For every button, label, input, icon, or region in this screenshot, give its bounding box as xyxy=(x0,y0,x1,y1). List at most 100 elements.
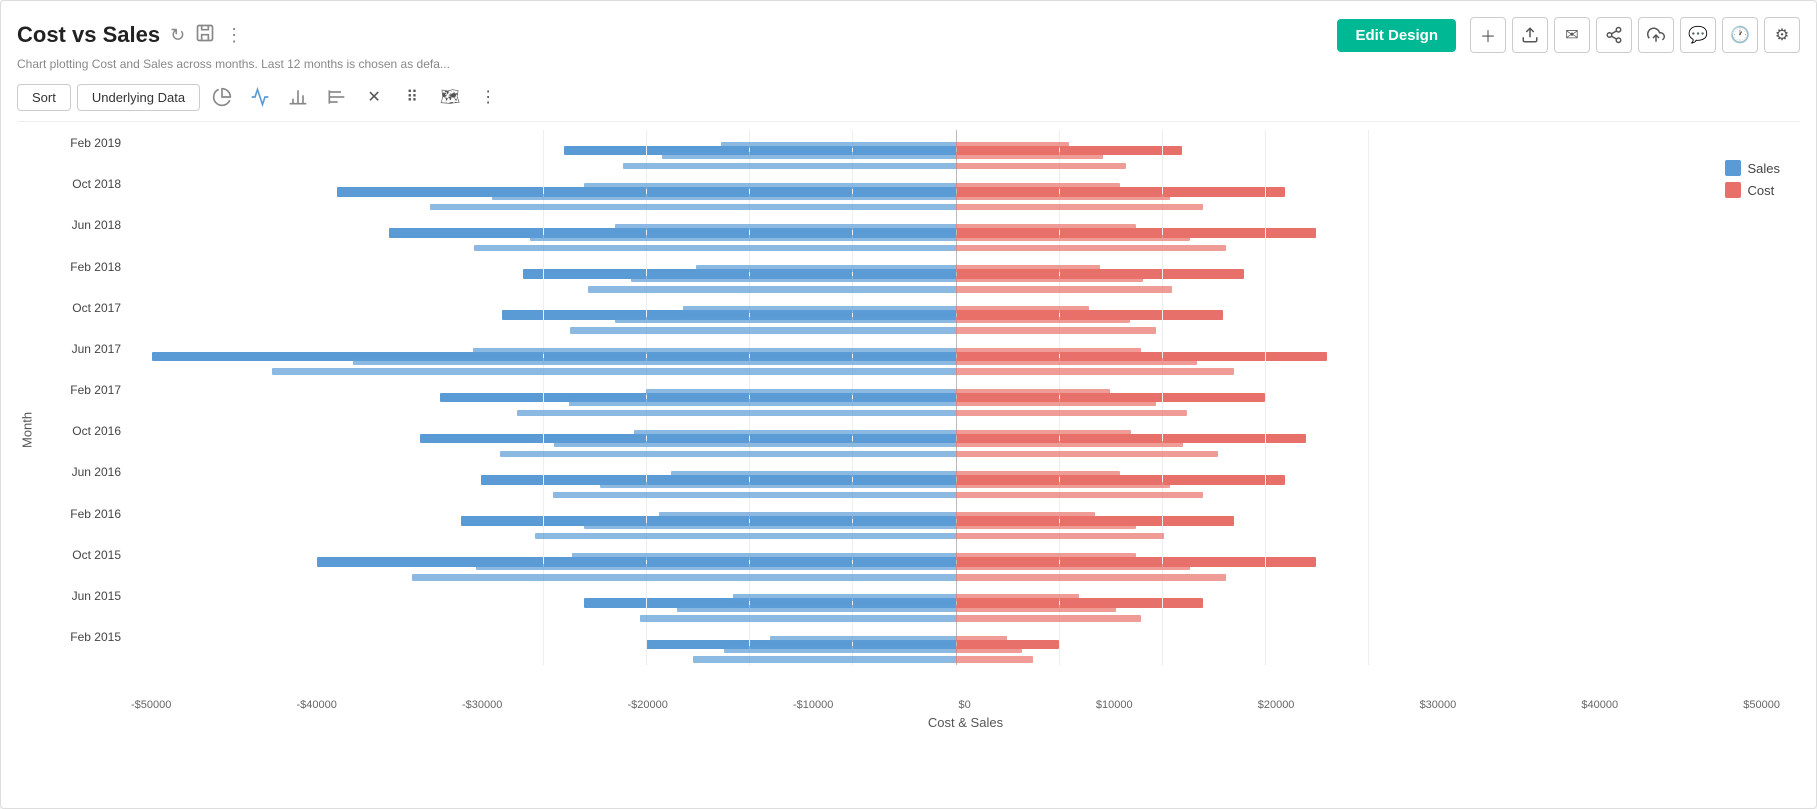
sales-sub-bar xyxy=(696,265,956,271)
cost-sub-bar xyxy=(956,163,1126,169)
sales-sub-bar xyxy=(353,358,956,364)
sales-sub-bar xyxy=(572,553,955,559)
cost-sub-bar xyxy=(956,605,1117,611)
header: Cost vs Sales ↻ ⋮ Edit Design ＋ ✉ 💬 🕐 ⚙ xyxy=(17,17,1800,53)
x-tick: $40000 xyxy=(1581,699,1618,711)
cost-sub-bar xyxy=(956,194,1170,200)
cost-sub-bar xyxy=(956,327,1157,333)
map-icon[interactable]: 🗺 xyxy=(434,81,466,113)
sales-sub-bar xyxy=(474,245,956,251)
sales-sub-bar xyxy=(634,430,956,436)
sales-sub-bar xyxy=(662,152,956,158)
cost-sub-bar xyxy=(956,368,1234,374)
cost-sub-bar xyxy=(956,512,1095,518)
header-actions: Edit Design ＋ ✉ 💬 🕐 ⚙ xyxy=(1337,17,1800,53)
sales-sub-bar xyxy=(615,224,955,230)
cost-sub-bar xyxy=(956,389,1111,395)
sort-button[interactable]: Sort xyxy=(17,84,71,111)
add-button[interactable]: ＋ xyxy=(1470,17,1506,53)
grid-line xyxy=(646,130,647,665)
x-tick: $0 xyxy=(959,699,971,711)
sales-sub-bar xyxy=(553,492,956,498)
sales-sub-bar xyxy=(554,441,956,447)
page-title: Cost vs Sales xyxy=(17,22,160,48)
share-button[interactable] xyxy=(1596,17,1632,53)
cost-sub-bar xyxy=(956,430,1131,436)
x-tick: $30000 xyxy=(1420,699,1457,711)
row-label: Feb 2018 xyxy=(41,260,121,274)
horizontal-bar-icon[interactable] xyxy=(320,81,352,113)
sales-sub-bar xyxy=(584,523,955,529)
x-tick: -$20000 xyxy=(628,699,668,711)
sales-sub-bar xyxy=(770,636,956,642)
cost-sub-bar xyxy=(956,615,1142,621)
sales-sub-bar xyxy=(476,564,955,570)
cost-sub-bar xyxy=(956,224,1136,230)
x-tick: $20000 xyxy=(1258,699,1295,711)
cost-sub-bar xyxy=(956,451,1219,457)
cloud-button[interactable] xyxy=(1638,17,1674,53)
upload-button[interactable] xyxy=(1512,17,1548,53)
row-label: Jun 2017 xyxy=(41,342,121,356)
sales-sub-bar xyxy=(473,348,955,354)
cost-sub-bar xyxy=(956,399,1157,405)
edit-design-button[interactable]: Edit Design xyxy=(1337,19,1456,52)
row-label: Feb 2015 xyxy=(41,630,121,644)
chart-rows: Sales Cost Feb 2019Oct 2018Jun 2018Feb 2… xyxy=(41,130,1800,695)
grid-line xyxy=(1265,130,1266,665)
grid-line xyxy=(543,130,544,665)
sales-sub-bar xyxy=(640,615,955,621)
sales-sub-bar xyxy=(733,594,956,600)
sales-sub-bar xyxy=(677,605,955,611)
cost-sub-bar xyxy=(956,235,1190,241)
x-tick: $50000 xyxy=(1743,699,1780,711)
sales-sub-bar xyxy=(615,317,955,323)
refresh-icon[interactable]: ↻ xyxy=(170,25,185,46)
underlying-data-button[interactable]: Underlying Data xyxy=(77,84,200,111)
cost-sub-bar xyxy=(956,656,1033,662)
row-label: Oct 2018 xyxy=(41,177,121,191)
sales-sub-bar xyxy=(600,482,956,488)
sales-sub-bar xyxy=(584,183,955,189)
clock-button[interactable]: 🕐 xyxy=(1722,17,1758,53)
title-area: Cost vs Sales ↻ ⋮ xyxy=(17,22,243,48)
row-label: Jun 2015 xyxy=(41,589,121,603)
more-options-icon[interactable]: ⋮ xyxy=(472,81,504,113)
cost-sub-bar xyxy=(956,286,1172,292)
bar-chart-icon[interactable] xyxy=(282,81,314,113)
comment-button[interactable]: 💬 xyxy=(1680,17,1716,53)
cost-sub-bar xyxy=(956,646,1023,652)
cost-sub-bar xyxy=(956,471,1121,477)
chart-area: Month Sales Cost Feb 2019Oct xyxy=(17,130,1800,730)
sales-sub-bar xyxy=(430,204,956,210)
scatter-icon[interactable]: ✕ xyxy=(358,81,390,113)
cost-sub-bar xyxy=(956,245,1227,251)
y-axis-label: Month xyxy=(17,130,37,730)
x-tick: -$40000 xyxy=(297,699,337,711)
cost-sub-bar xyxy=(956,533,1165,539)
subtitle: Chart plotting Cost and Sales across mon… xyxy=(17,57,1800,71)
grid-line xyxy=(1162,130,1163,665)
sales-sub-bar xyxy=(659,512,956,518)
dot-matrix-icon[interactable]: ⠿ xyxy=(396,81,428,113)
x-axis-ticks: -$50000-$40000-$30000-$20000-$10000$0$10… xyxy=(41,695,1800,715)
sales-sub-bar xyxy=(570,327,955,333)
sales-sub-bar xyxy=(646,389,955,395)
row-label: Feb 2019 xyxy=(41,136,121,150)
cost-sub-bar xyxy=(956,492,1203,498)
x-tick: -$10000 xyxy=(793,699,833,711)
cost-sub-bar xyxy=(956,441,1184,447)
cost-sub-bar xyxy=(956,410,1188,416)
cost-sub-bar xyxy=(956,142,1069,148)
more-icon[interactable]: ⋮ xyxy=(225,25,243,46)
settings-button[interactable]: ⚙ xyxy=(1764,17,1800,53)
line-chart-icon[interactable] xyxy=(244,81,276,113)
chart-body: Sales Cost Feb 2019Oct 2018Jun 2018Feb 2… xyxy=(41,130,1800,730)
save-icon[interactable] xyxy=(195,23,215,48)
email-button[interactable]: ✉ xyxy=(1554,17,1590,53)
pie-chart-icon[interactable] xyxy=(206,81,238,113)
cost-sub-bar xyxy=(956,636,1008,642)
sales-sub-bar xyxy=(724,646,956,652)
cost-sub-bar xyxy=(956,317,1130,323)
sales-sub-bar xyxy=(588,286,956,292)
